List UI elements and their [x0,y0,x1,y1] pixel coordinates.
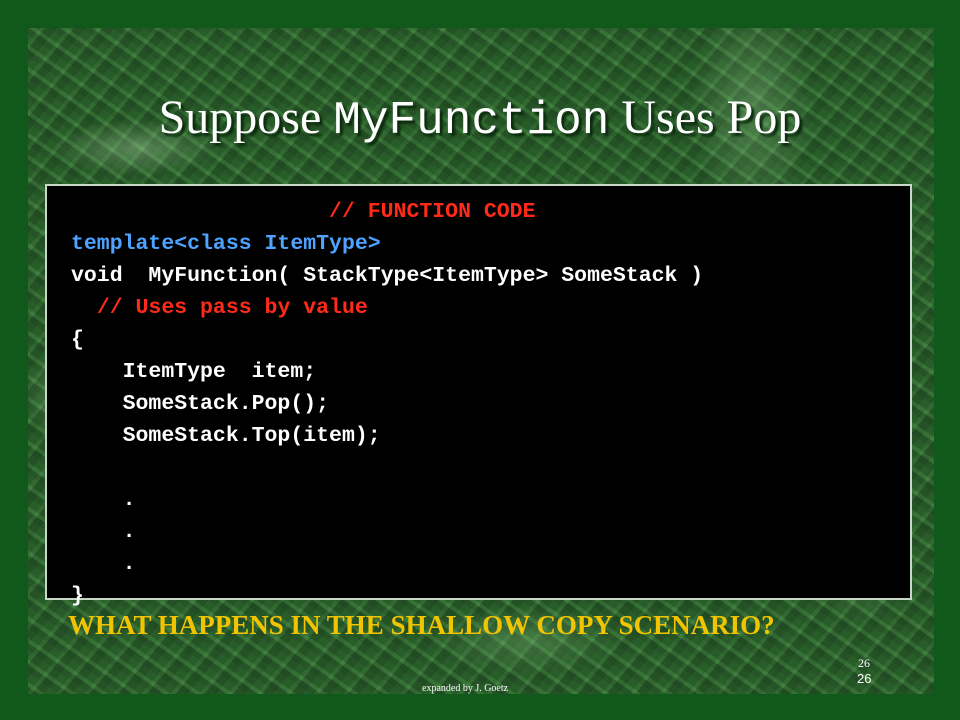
code-box: // FUNCTION CODE template<class ItemType>… [45,184,912,608]
code-line: void MyFunction( StackType<ItemType> Som… [71,260,703,292]
code-line: { [71,324,703,356]
code-text: SomeStack.Top(item); [122,424,381,448]
code-text: } [71,584,84,608]
code-line: . [71,516,703,548]
code-line: // FUNCTION CODE [71,196,703,228]
page-number-top: 26 [858,656,870,670]
code-line: . [71,484,703,516]
code-text: . [122,520,136,544]
code-text: // Uses pass by value [96,296,368,320]
code-line: ItemType item; [71,356,703,388]
code-text: void MyFunction( StackType<ItemType> Som… [71,264,704,288]
slide-title: Suppose MyFunction Uses Pop [0,90,960,147]
footer-credit: expanded by J. Goetz [422,683,509,694]
code-block: // FUNCTION CODE template<class ItemType>… [71,196,703,612]
title-prefix: Suppose [158,91,334,144]
code-text: . [122,552,136,576]
code-text: { [71,328,84,352]
code-text: ItemType item; [122,360,317,384]
code-line: . [71,548,703,580]
code-line: } [71,580,703,612]
code-text: . [122,488,136,512]
title-code: MyFunction [333,95,610,147]
code-line: // Uses pass by value [71,292,703,324]
code-text: // FUNCTION CODE [329,200,536,224]
code-text: SomeStack.Pop(); [122,392,330,416]
question-text: WHAT HAPPENS IN THE SHALLOW COPY SCENARI… [68,610,775,640]
code-line: SomeStack.Pop(); [71,388,703,420]
page-number-bottom: 26 [857,671,872,686]
code-line: SomeStack.Top(item); [71,420,703,452]
code-line: template<class ItemType> [71,228,703,260]
code-text: template<class ItemType> [71,232,381,256]
title-suffix: Uses Pop [609,91,802,144]
